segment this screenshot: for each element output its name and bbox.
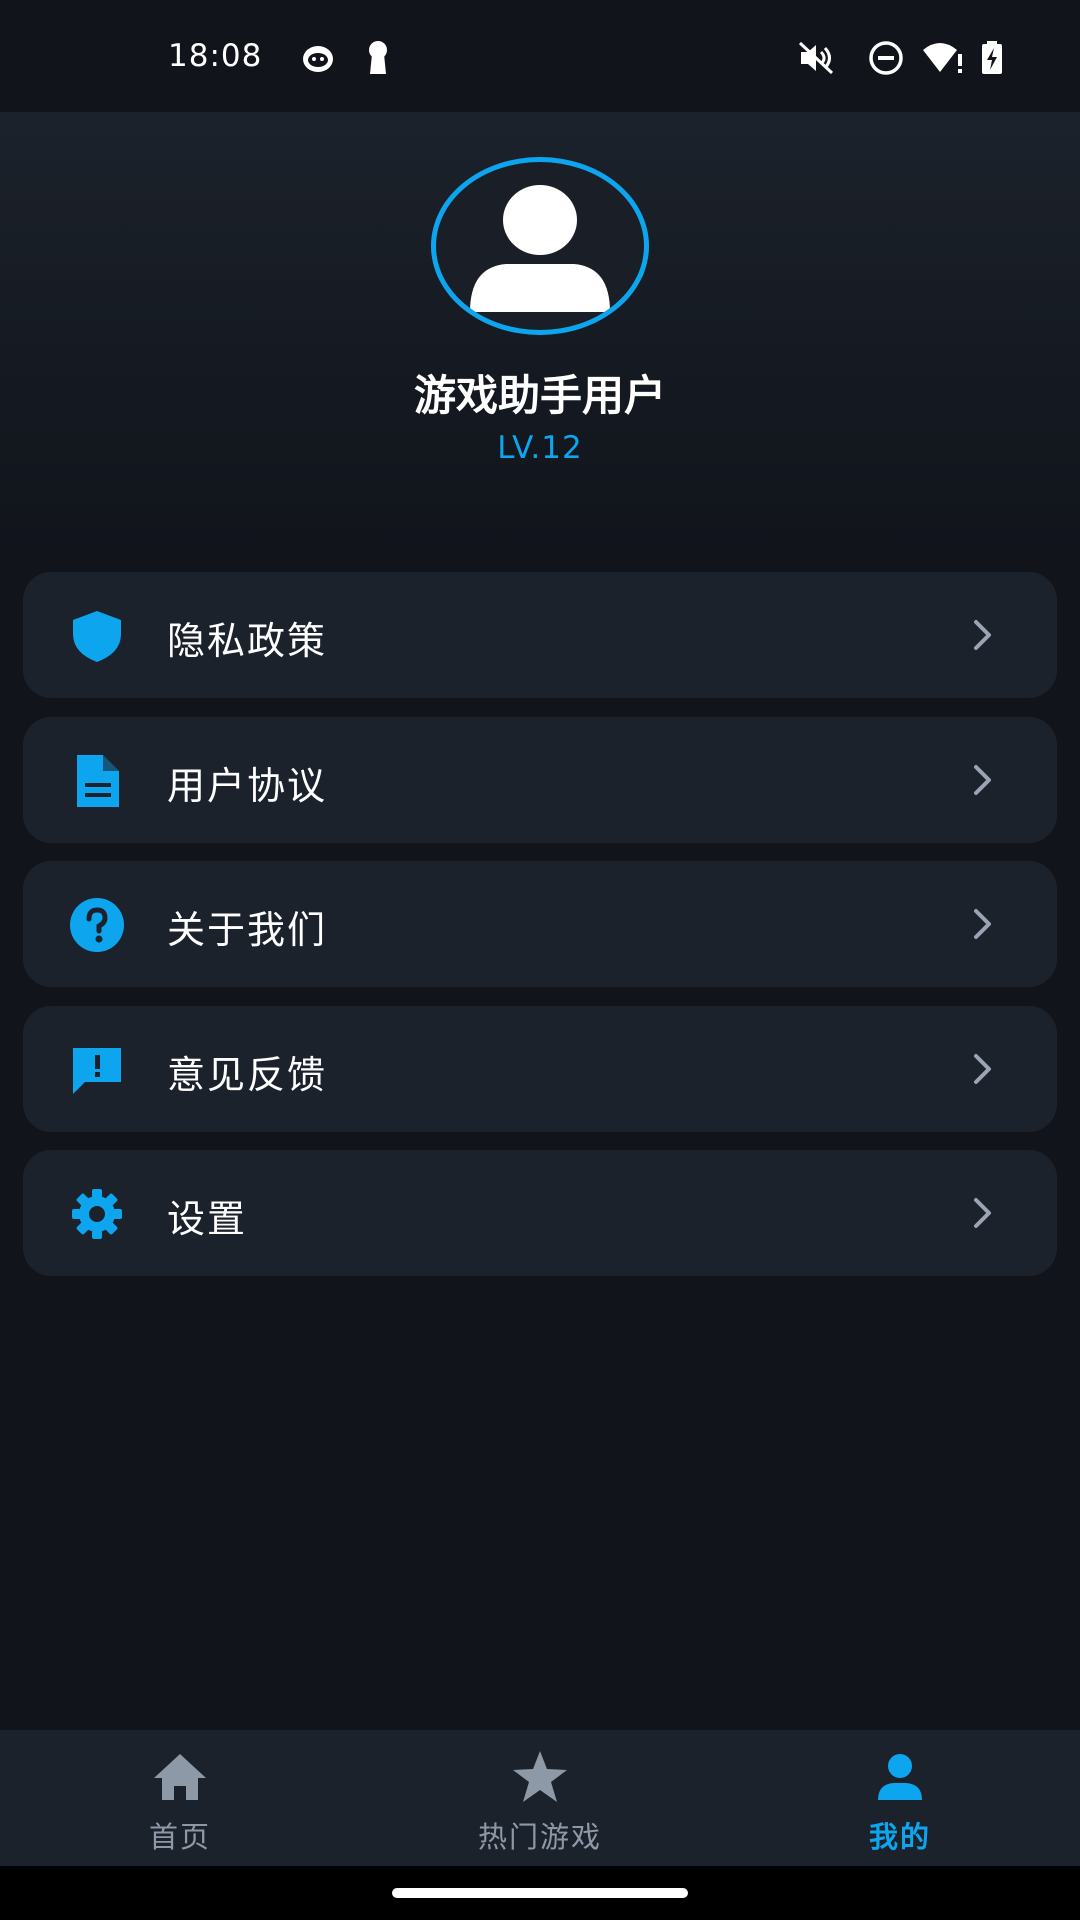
gear-icon [69,1186,125,1242]
menu-item-label: 意见反馈 [167,1053,328,1097]
profile-name: 游戏助手用户 [413,371,666,420]
menu-item-label: 设置 [167,1197,248,1241]
shield-icon [69,608,125,664]
nav-label: 热门游戏 [477,1820,602,1854]
profile-screen: 18:08 游戏助手用户 LV.12 隐私政策 用户协议 关于我们 意见反馈 设… [0,0,1080,1920]
menu-item-about-us[interactable]: 关于我们 [23,861,1057,987]
home-gesture-handle[interactable] [392,1888,688,1898]
battery-charging-icon [980,40,1004,80]
chevron-right-icon [967,763,997,797]
bottom-nav: 首页 热门游戏 我的 [0,1730,1080,1866]
home-icon [150,1748,210,1808]
nav-item-mine[interactable]: 我的 [720,1730,1080,1866]
nav-item-home[interactable]: 首页 [0,1730,360,1866]
feedback-icon [69,1042,125,1098]
menu-item-label: 用户协议 [167,764,328,808]
wifi-alert-icon [922,40,964,80]
star-icon [510,1748,570,1808]
chevron-right-icon [967,1052,997,1086]
do-not-disturb-icon [868,40,904,80]
status-bar: 18:08 [0,0,1080,112]
chevron-right-icon [967,1196,997,1230]
help-circle-icon [69,897,125,953]
profile-level: LV.12 [497,430,583,466]
menu-item-feedback[interactable]: 意见反馈 [23,1006,1057,1132]
menu-item-user-agreement[interactable]: 用户协议 [23,717,1057,843]
document-icon [69,753,125,809]
menu-item-label: 关于我们 [167,908,328,952]
menu-item-label: 隐私政策 [167,619,328,663]
chevron-right-icon [967,907,997,941]
gesture-navigation-area [0,1866,1080,1920]
menu-item-settings[interactable]: 设置 [23,1150,1057,1276]
chevron-right-icon [967,618,997,652]
menu-item-privacy-policy[interactable]: 隐私政策 [23,572,1057,698]
nav-label: 我的 [868,1820,931,1854]
nav-label: 首页 [148,1820,211,1854]
status-time: 18:08 [168,38,263,74]
person-icon [470,185,610,312]
nav-item-hot-games[interactable]: 热门游戏 [360,1730,720,1866]
person-icon [870,1748,930,1808]
avatar[interactable] [431,157,649,335]
keyhole-icon [365,40,391,80]
notification-app-icon [300,40,336,80]
mute-icon [797,40,835,80]
